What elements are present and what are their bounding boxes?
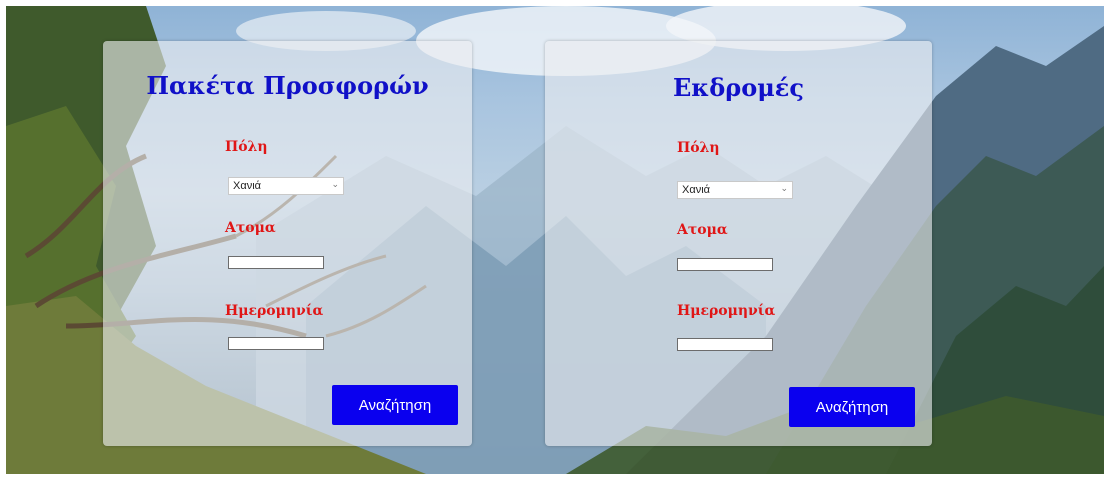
excursions-date-input[interactable] xyxy=(677,338,773,351)
offers-search-button[interactable]: Αναζήτηση xyxy=(332,385,458,425)
offers-panel-title: Πακέτα Προσφορών xyxy=(146,71,429,100)
chevron-down-icon: ⌄ xyxy=(331,179,339,189)
excursions-city-label: Πόλη xyxy=(677,140,720,156)
excursions-city-selected-value: Χανιά xyxy=(682,184,710,196)
excursions-people-input[interactable] xyxy=(677,258,773,271)
offers-people-label: Ατομα xyxy=(225,220,276,236)
excursions-city-select[interactable]: Χανιά ⌄ xyxy=(677,181,793,199)
excursions-panel: Εκδρομές Πόλη Χανιά ⌄ Ατομα Ημερομηνία Α… xyxy=(545,41,932,446)
excursions-date-label: Ημερομηνία xyxy=(677,303,776,319)
offers-people-input[interactable] xyxy=(228,256,324,269)
excursions-search-button[interactable]: Αναζήτηση xyxy=(789,387,915,427)
offers-city-selected-value: Χανιά xyxy=(233,180,261,192)
offers-panel: Πακέτα Προσφορών Πόλη Χανιά ⌄ Ατομα Ημερ… xyxy=(103,41,472,446)
offers-city-label: Πόλη xyxy=(225,139,268,155)
excursions-panel-title: Εκδρομές xyxy=(672,73,805,102)
offers-city-select[interactable]: Χανιά ⌄ xyxy=(228,177,344,195)
excursions-people-label: Ατομα xyxy=(677,222,728,238)
offers-date-input[interactable] xyxy=(228,337,324,350)
chevron-down-icon: ⌄ xyxy=(780,183,788,193)
offers-date-label: Ημερομηνία xyxy=(225,303,324,319)
